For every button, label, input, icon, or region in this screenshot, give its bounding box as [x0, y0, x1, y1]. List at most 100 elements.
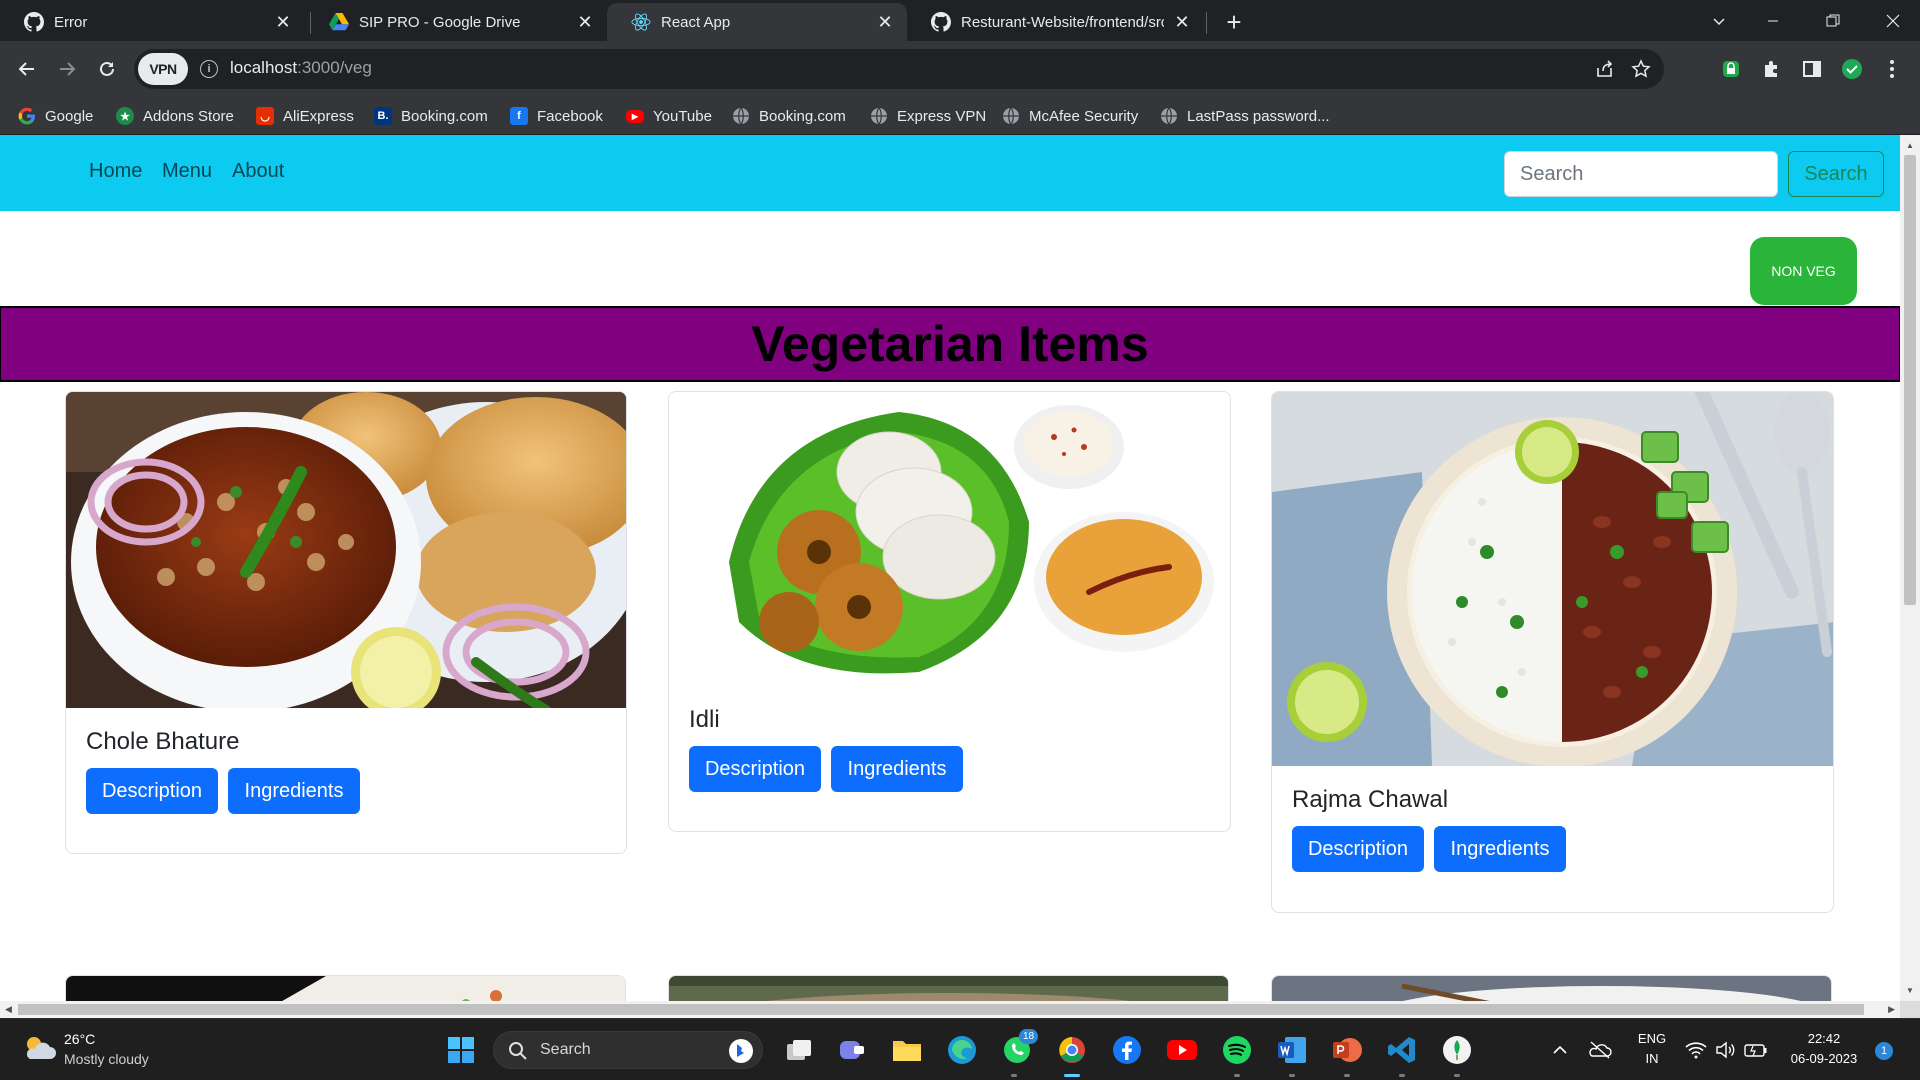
clock-time[interactable]: 22:42 — [1786, 1031, 1862, 1046]
search-button[interactable]: Search — [1788, 151, 1884, 197]
bookmark-booking[interactable]: B. Booking.com — [374, 104, 488, 128]
app-indicator — [1454, 1074, 1460, 1077]
nav-link-about[interactable]: About — [232, 160, 284, 183]
minimize-button[interactable] — [1750, 0, 1796, 41]
ingredients-button[interactable]: Ingredients — [1434, 826, 1566, 872]
weather-condition[interactable]: Mostly cloudy — [64, 1051, 149, 1067]
description-button[interactable]: Description — [689, 746, 821, 792]
wifi-icon[interactable] — [1682, 1033, 1710, 1067]
vertical-scrollbar[interactable]: ▲ ▼ — [1900, 135, 1920, 1001]
edge-icon[interactable] — [945, 1033, 979, 1067]
side-panel-icon[interactable] — [1797, 54, 1827, 84]
scroll-down-icon[interactable]: ▼ — [1906, 986, 1914, 995]
tab-search-chevron-icon[interactable] — [1696, 0, 1742, 41]
food-card: Idli Description Ingredients — [668, 391, 1231, 832]
bookmark-aliexpress[interactable]: ◡ AliExpress — [256, 104, 354, 128]
bookmark-star-icon[interactable] — [1630, 58, 1652, 80]
scrollbar-thumb[interactable] — [1904, 155, 1916, 605]
card-title: Chole Bhature — [86, 728, 240, 755]
nav-link-menu[interactable]: Menu — [162, 160, 212, 183]
more-menu-icon[interactable] — [1877, 54, 1907, 84]
bookmarks-bar: Google ★ Addons Store ◡ AliExpress B. Bo… — [0, 97, 1920, 135]
ingredients-button[interactable]: Ingredients — [228, 768, 360, 814]
description-button[interactable]: Description — [1292, 826, 1424, 872]
word-icon[interactable] — [1275, 1033, 1309, 1067]
bookmark-express-vpn[interactable]: Express VPN — [870, 104, 986, 128]
tab-github-repo[interactable]: Resturant-Website/frontend/src/ ✕ — [907, 3, 1204, 41]
back-button[interactable] — [11, 53, 43, 85]
onedrive-offline-icon[interactable] — [1585, 1033, 1615, 1067]
close-icon[interactable]: ✕ — [575, 12, 595, 32]
bookmark-booking-2[interactable]: Booking.com — [732, 104, 846, 128]
share-icon[interactable] — [1594, 58, 1616, 80]
site-info-icon[interactable]: i — [200, 60, 218, 78]
close-icon[interactable]: ✕ — [875, 12, 895, 32]
profile-avatar-icon[interactable] — [1837, 54, 1867, 84]
scroll-left-icon[interactable]: ◀ — [5, 1004, 12, 1015]
bookmark-label: Booking.com — [401, 107, 488, 125]
search-icon — [509, 1042, 527, 1060]
food-card: Chole Bhature Description Ingredients — [65, 391, 627, 854]
clock-date[interactable]: 06-09-2023 — [1782, 1051, 1866, 1066]
language-indicator[interactable]: ENG — [1636, 1031, 1668, 1046]
browser-toolbar: VPN i localhost:3000/veg — [0, 41, 1920, 97]
tab-react-app[interactable]: React App ✕ — [607, 3, 907, 41]
tab-google-drive[interactable]: SIP PRO - Google Drive ✕ — [305, 3, 607, 41]
bookmark-label: LastPass password... — [1187, 107, 1330, 125]
teams-chat-icon[interactable] — [835, 1033, 869, 1067]
bookmark-lastpass[interactable]: LastPass password... — [1160, 104, 1330, 128]
tab-error[interactable]: Error ✕ — [0, 3, 305, 41]
scroll-up-icon[interactable]: ▲ — [1906, 141, 1914, 150]
nav-link-home[interactable]: Home — [89, 160, 142, 183]
youtube-icon[interactable] — [1165, 1033, 1199, 1067]
taskbar-search[interactable]: Search — [493, 1031, 763, 1069]
addons-store-icon: ★ — [116, 107, 134, 125]
restore-button[interactable] — [1810, 0, 1856, 41]
windows-start-icon[interactable] — [444, 1033, 478, 1067]
extensions-puzzle-icon[interactable] — [1757, 54, 1787, 84]
scroll-right-icon[interactable]: ▶ — [1888, 1004, 1895, 1015]
reload-button[interactable] — [91, 53, 123, 85]
bookmark-addons-store[interactable]: ★ Addons Store — [116, 104, 234, 128]
notification-badge[interactable]: 1 — [1875, 1042, 1893, 1060]
bookmark-mcafee[interactable]: McAfee Security — [1002, 104, 1138, 128]
app-indicator — [1344, 1074, 1350, 1077]
bookmark-youtube[interactable]: ▶ YouTube — [626, 104, 712, 128]
vscode-icon[interactable] — [1385, 1033, 1419, 1067]
app-navbar: Home Menu About Search — [0, 135, 1900, 211]
close-window-button[interactable] — [1870, 0, 1916, 41]
globe-icon — [732, 107, 750, 125]
vpn-badge[interactable]: VPN — [138, 53, 188, 85]
mongodb-compass-icon[interactable] — [1440, 1033, 1474, 1067]
close-icon[interactable]: ✕ — [273, 12, 293, 32]
url-text[interactable]: localhost:3000/veg — [230, 58, 372, 78]
scrollbar-thumb[interactable] — [18, 1004, 1864, 1015]
food-image-idli — [669, 392, 1230, 686]
bookmark-label: Google — [45, 107, 94, 125]
bookmark-facebook[interactable]: f Facebook — [510, 104, 603, 128]
chrome-icon[interactable] — [1055, 1033, 1089, 1067]
facebook-icon[interactable] — [1110, 1033, 1144, 1067]
lastpass-extension-icon[interactable] — [1716, 54, 1746, 84]
tab-title: Resturant-Website/frontend/src/ — [961, 13, 1164, 31]
forward-button[interactable] — [51, 53, 83, 85]
region-indicator[interactable]: IN — [1636, 1051, 1668, 1066]
powerpoint-icon[interactable] — [1330, 1033, 1364, 1067]
new-tab-button[interactable]: + — [1220, 7, 1248, 37]
weather-temperature[interactable]: 26°C — [64, 1031, 95, 1047]
address-bar[interactable]: VPN i localhost:3000/veg — [134, 49, 1664, 89]
show-hidden-icons-chevron-icon[interactable] — [1545, 1033, 1575, 1067]
battery-icon[interactable] — [1742, 1033, 1770, 1067]
volume-icon[interactable] — [1712, 1033, 1740, 1067]
horizontal-scrollbar[interactable]: ◀ ▶ — [0, 1001, 1900, 1018]
close-icon[interactable]: ✕ — [1172, 12, 1192, 32]
bookmark-google[interactable]: Google — [18, 104, 93, 128]
non-veg-button[interactable]: NON VEG — [1750, 237, 1857, 305]
weather-cloudy-icon[interactable] — [22, 1033, 56, 1063]
ingredients-button[interactable]: Ingredients — [831, 746, 963, 792]
spotify-icon[interactable] — [1220, 1033, 1254, 1067]
file-explorer-icon[interactable] — [890, 1033, 924, 1067]
search-input[interactable] — [1504, 151, 1778, 197]
description-button[interactable]: Description — [86, 768, 218, 814]
task-view-icon[interactable] — [782, 1033, 816, 1067]
